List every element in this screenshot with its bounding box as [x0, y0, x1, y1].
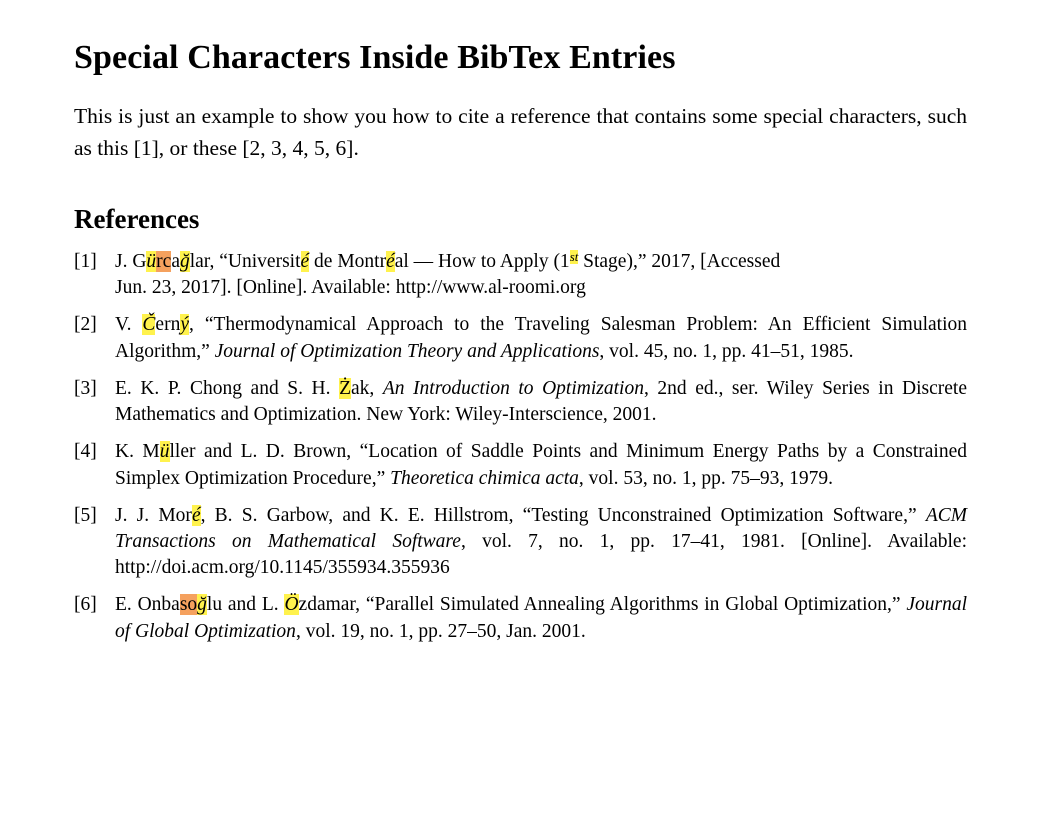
author-prefix: K. M	[115, 441, 160, 463]
author-mid: a	[171, 251, 180, 273]
title-mid-1: de Montr	[309, 251, 387, 273]
reference-text: E. K. P. Chong and S. H. Żak, An Introdu…	[115, 376, 967, 428]
highlighted-char-y-acute: ý	[180, 314, 189, 336]
author-prefix: E. K. P. Chong and S. H.	[115, 377, 340, 399]
highlighted-char-u-umlaut: ü	[159, 441, 170, 463]
book-title: An Introduction to Optimization	[382, 377, 644, 399]
list-item: [2] V. Černý, “Thermodynamical Approach …	[74, 312, 967, 364]
article-title: “Testing Unconstrained Optimization Soft…	[522, 504, 926, 526]
author-suffix: , B. S. Garbow, and K. E. Hillstrom,	[200, 504, 523, 526]
highlighted-superscript-st: st	[569, 249, 579, 264]
reference-text: J. J. Moré, B. S. Garbow, and K. E. Hill…	[115, 503, 967, 582]
reference-label: [2]	[74, 314, 97, 336]
title-open: “Universit	[219, 251, 301, 273]
page-title: Special Characters Inside BibTex Entries	[74, 39, 676, 76]
title-close: Stage),” 2017, [Accessed	[578, 251, 781, 273]
author-suffix: ller and L. D. Brown,	[169, 441, 360, 463]
reference-list: [1] J. Gürcağlar, “Université de Montréa…	[74, 249, 967, 645]
highlighted-char-c-caron: Č	[142, 314, 156, 336]
highlighted-span-so: so	[179, 594, 198, 616]
intro-paragraph: This is just an example to show you how …	[74, 104, 967, 161]
reference-tail: , vol. 19, no. 1, pp. 27–50, Jan. 2001.	[295, 620, 586, 642]
journal-title: Theoretica chimica acta	[390, 467, 579, 489]
author-suffix: ak,	[350, 377, 383, 399]
list-item: [1] J. Gürcağlar, “Université de Montréa…	[74, 249, 967, 301]
author-suffix: zdamar,	[298, 594, 366, 616]
reference-label: [4]	[74, 441, 97, 463]
reference-tail: , vol. 53, no. 1, pp. 75–93, 1979.	[578, 467, 833, 489]
author-prefix: J. J. Mor	[115, 504, 192, 526]
highlighted-char-g-breve: ğ	[197, 594, 207, 616]
author-mid: ern	[155, 314, 181, 336]
reference-text: J. Gürcağlar, “Université de Montréal — …	[115, 249, 967, 301]
reference-text: V. Černý, “Thermodynamical Approach to t…	[115, 312, 967, 364]
highlighted-char-u-umlaut: ü	[146, 251, 157, 273]
author-suffix: lar,	[189, 251, 220, 273]
author-prefix: V.	[115, 314, 143, 336]
highlighted-span-rc: rc	[156, 251, 172, 273]
title-mid-2: al — How to Apply (1	[394, 251, 570, 273]
reference-url-line: Jun. 23, 2017]. [Online]. Available: htt…	[115, 277, 586, 299]
highlighted-char-e-acute: é	[191, 504, 201, 526]
reference-label: [1]	[74, 251, 97, 273]
list-item: [5] J. J. Moré, B. S. Garbow, and K. E. …	[74, 503, 967, 582]
list-item: [4] K. Müller and L. D. Brown, “Location…	[74, 439, 967, 491]
document-page: Special Characters Inside BibTex Entries…	[0, 0, 1062, 824]
reference-text: E. Onbasoğlu and L. Özdamar, “Parallel S…	[115, 592, 967, 644]
section-heading-references: References	[74, 203, 200, 234]
highlighted-char-e-acute-1: é	[300, 251, 310, 273]
author-prefix: E. Onba	[115, 594, 180, 616]
list-item: [3] E. K. P. Chong and S. H. Żak, An Int…	[74, 376, 967, 428]
journal-title: Journal of Optimization Theory and Appli…	[214, 340, 600, 362]
reference-label: [6]	[74, 594, 97, 616]
highlighted-char-g-breve: ğ	[179, 251, 190, 273]
article-title: “Parallel Simulated Annealing Algorithms…	[365, 594, 907, 616]
author-suffix: ,	[188, 314, 205, 336]
author-prefix: J. G	[115, 251, 147, 273]
reference-text: K. Müller and L. D. Brown, “Location of …	[115, 439, 967, 491]
reference-label: [3]	[74, 377, 97, 399]
reference-tail: , vol. 45, no. 1, pp. 41–51, 1985.	[599, 340, 854, 362]
list-item: [6] E. Onbasoğlu and L. Özdamar, “Parall…	[74, 592, 967, 644]
highlighted-char-o-umlaut: Ö	[284, 594, 299, 616]
author-mid: lu and L.	[206, 594, 285, 616]
reference-label: [5]	[74, 504, 97, 526]
highlighted-char-e-acute-2: é	[386, 251, 395, 273]
highlighted-char-z-dot: Ż	[339, 377, 351, 399]
